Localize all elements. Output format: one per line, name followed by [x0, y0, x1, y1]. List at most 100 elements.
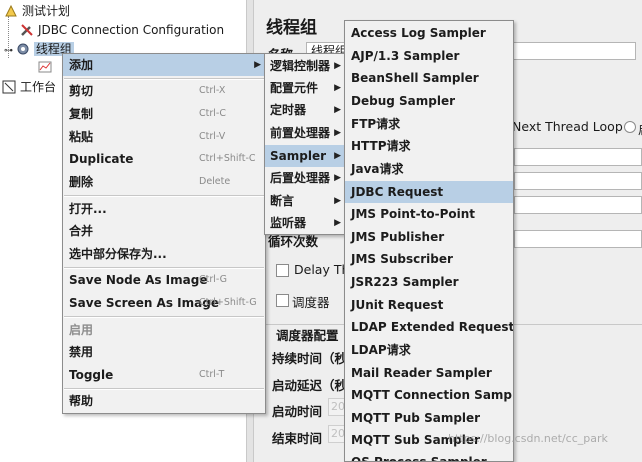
menu-item-label: 复制: [69, 107, 94, 121]
menu-item-label: MQTT Pub Sampler: [351, 411, 481, 425]
gear-icon: [16, 42, 30, 56]
sampler-item-mqtt-connection[interactable]: MQTT Connection Sampler: [345, 384, 513, 406]
menu-item-label: MQTT Connection Sampler: [351, 388, 514, 402]
menu-item-label: LDAP Extended Request: [351, 320, 514, 334]
watermark-text: https://blog.csdn.net/cc_park: [448, 432, 608, 445]
sampler-item-access-log[interactable]: Access Log Sampler: [345, 22, 513, 44]
menu-item-label: 启用: [69, 323, 94, 337]
scheduler-label: 调度器: [292, 295, 330, 310]
menu-item-add[interactable]: 添加 ▶: [63, 54, 265, 76]
menu-item-copy[interactable]: 复制 Ctrl-C: [63, 103, 265, 125]
context-menu: 添加 ▶ 剪切 Ctrl-X 复制 Ctrl-C 粘贴 Ctrl-V Dupli…: [62, 53, 266, 414]
submenu-item-post-processor[interactable]: 后置处理器 ▶: [265, 167, 345, 189]
sampler-item-jms-p2p[interactable]: JMS Point-to-Point: [345, 203, 513, 225]
submenu-item-timer[interactable]: 定时器 ▶: [265, 99, 345, 121]
sampler-item-ldap-extended[interactable]: LDAP Extended Request: [345, 316, 513, 338]
menu-item-cut[interactable]: 剪切 Ctrl-X: [63, 80, 265, 102]
threads-input[interactable]: [514, 148, 642, 166]
menu-item-merge[interactable]: 合并: [63, 220, 265, 242]
test-plan-icon: [4, 4, 18, 18]
sampler-item-jms-publisher[interactable]: JMS Publisher: [345, 226, 513, 248]
sampler-item-mqtt-pub[interactable]: MQTT Pub Sampler: [345, 407, 513, 429]
expand-toggle-icon[interactable]: ⊶: [4, 42, 13, 60]
menu-item-open[interactable]: 打开...: [63, 198, 265, 220]
next-thread-loop-radio-label: Next Thread Loop: [512, 119, 623, 134]
submenu-item-listener[interactable]: 监听器 ▶: [265, 212, 345, 234]
tree-node-test-plan[interactable]: 测试计划: [4, 2, 70, 20]
add-submenu: 逻辑控制器 ▶ 配置元件 ▶ 定时器 ▶ 前置处理器 ▶ Sampler ▶ 后…: [264, 53, 346, 235]
sampler-item-debug[interactable]: Debug Sampler: [345, 90, 513, 112]
submenu-arrow-icon: ▶: [334, 218, 341, 228]
menu-item-label: 逻辑控制器: [270, 59, 331, 73]
menu-item-shortcut: Ctrl+Shift-C: [199, 153, 256, 164]
menu-item-save-selection-as[interactable]: 选中部分保存为...: [63, 243, 265, 265]
menu-item-shortcut: Ctrl-T: [199, 369, 225, 380]
menu-item-label: Duplicate: [69, 152, 134, 166]
menu-item-shortcut: Ctrl-G: [199, 274, 228, 285]
tree-node-jdbc-config[interactable]: JDBC Connection Configuration: [20, 21, 224, 39]
submenu-arrow-icon: ▶: [254, 60, 261, 70]
menu-item-shortcut: Ctrl-V: [199, 131, 226, 142]
menu-item-label: BeanShell Sampler: [351, 71, 479, 85]
sampler-item-junit[interactable]: JUnit Request: [345, 294, 513, 316]
sampler-item-jdbc-request[interactable]: JDBC Request: [345, 181, 513, 203]
sampler-item-beanshell[interactable]: BeanShell Sampler: [345, 67, 513, 89]
delay-thread-checkbox[interactable]: [276, 264, 289, 277]
radio-cut-label: 启: [638, 119, 642, 138]
sampler-item-ldap[interactable]: LDAP请求: [345, 339, 513, 361]
menu-item-label: 删除: [69, 175, 94, 189]
sampler-item-os-process[interactable]: OS Process Sampler: [345, 451, 513, 462]
submenu-arrow-icon: ▶: [334, 128, 341, 138]
menu-item-disable[interactable]: 禁用: [63, 341, 265, 363]
menu-item-label: AJP/1.3 Sampler: [351, 49, 460, 63]
menu-item-help[interactable]: 帮助: [63, 390, 265, 412]
menu-item-label: 选中部分保存为...: [69, 247, 167, 261]
rampup-input[interactable]: [514, 172, 642, 190]
menu-item-delete[interactable]: 删除 Delete: [63, 171, 265, 193]
scheduler-config-heading: 调度器配置: [274, 325, 341, 344]
menu-item-enable: 启用: [63, 319, 265, 341]
menu-item-save-node-image[interactable]: Save Node As Image Ctrl-G: [63, 269, 265, 291]
sampler-item-jms-subscriber[interactable]: JMS Subscriber: [345, 248, 513, 270]
submenu-item-assertion[interactable]: 断言 ▶: [265, 190, 345, 212]
menu-item-label: 禁用: [69, 345, 94, 359]
menu-item-label: 定时器: [270, 103, 307, 117]
loop-count-input[interactable]: [514, 230, 642, 248]
menu-item-label: Debug Sampler: [351, 94, 456, 108]
aux-input[interactable]: [514, 196, 642, 214]
menu-item-label: 后置处理器: [270, 171, 331, 185]
sampler-item-http[interactable]: HTTP请求: [345, 135, 513, 157]
sampler-item-jsr223[interactable]: JSR223 Sampler: [345, 271, 513, 293]
tree-node-label: JDBC Connection Configuration: [38, 23, 225, 37]
menu-item-duplicate[interactable]: Duplicate Ctrl+Shift-C: [63, 148, 265, 170]
menu-item-shortcut: Ctrl-C: [199, 108, 226, 119]
menu-item-label: 前置处理器: [270, 126, 331, 140]
menu-separator: [64, 316, 264, 318]
menu-item-toggle[interactable]: Toggle Ctrl-T: [63, 364, 265, 386]
menu-item-paste[interactable]: 粘贴 Ctrl-V: [63, 126, 265, 148]
sampler-item-mail-reader[interactable]: Mail Reader Sampler: [345, 362, 513, 384]
submenu-item-logic-controller[interactable]: 逻辑控制器 ▶: [265, 55, 345, 77]
tree-node-child[interactable]: [38, 58, 56, 76]
tree-node-workbench[interactable]: 工作台: [2, 78, 56, 96]
submenu-item-sampler[interactable]: Sampler ▶: [265, 145, 345, 167]
menu-item-label: FTP请求: [351, 117, 401, 131]
sampler-item-ajp[interactable]: AJP/1.3 Sampler: [345, 45, 513, 67]
sampler-item-ftp[interactable]: FTP请求: [345, 113, 513, 135]
submenu-item-config-element[interactable]: 配置元件 ▶: [265, 77, 345, 99]
menu-item-shortcut: Delete: [199, 176, 231, 187]
scheduler-checkbox[interactable]: [276, 294, 289, 307]
menu-item-label: 帮助: [69, 394, 94, 408]
stop-thread-radio[interactable]: [624, 121, 636, 133]
sampler-submenu: Access Log Sampler AJP/1.3 Sampler BeanS…: [344, 20, 514, 462]
menu-item-save-screen-image[interactable]: Save Screen As Image Ctrl+Shift-G: [63, 292, 265, 314]
submenu-arrow-icon: ▶: [334, 151, 341, 161]
tree-node-label: 工作台: [20, 80, 57, 94]
menu-item-label: 合并: [69, 224, 94, 238]
submenu-item-pre-processor[interactable]: 前置处理器 ▶: [265, 122, 345, 144]
startup-delay-label: 启动延迟（秒: [272, 378, 348, 393]
submenu-arrow-icon: ▶: [334, 196, 341, 206]
menu-item-label: OS Process Sampler: [351, 455, 487, 462]
sampler-item-java[interactable]: Java请求: [345, 158, 513, 180]
submenu-arrow-icon: ▶: [334, 173, 341, 183]
